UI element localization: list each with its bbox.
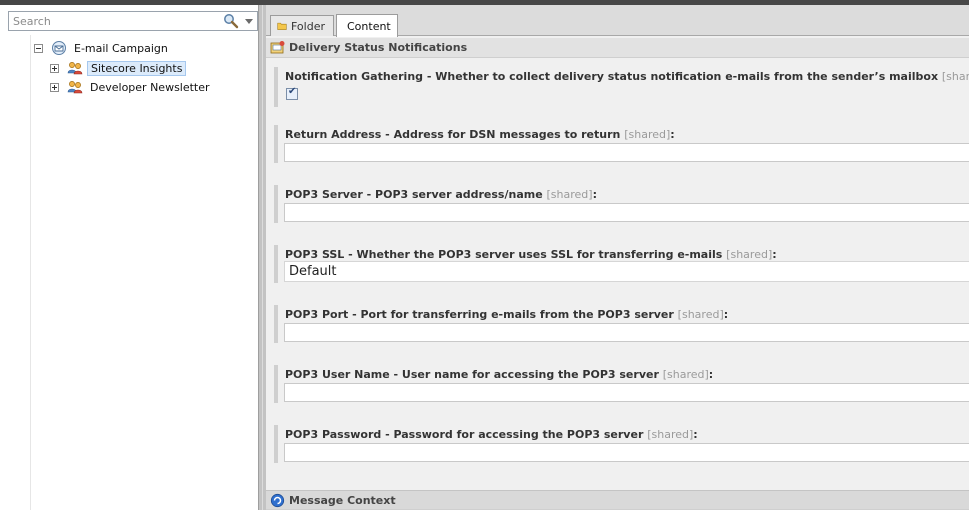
section-header-delivery-status[interactable]: Delivery Status Notifications bbox=[266, 38, 969, 58]
section-title: Delivery Status Notifications bbox=[289, 41, 468, 54]
pop3-ssl-value: Default bbox=[289, 264, 337, 279]
tree-item-label: Sitecore Insights bbox=[87, 60, 187, 76]
field-pop3-ssl: POP3 SSL - Whether the POP3 server uses … bbox=[274, 245, 969, 283]
shared-tag: [shared] bbox=[662, 368, 709, 381]
tree-item-sitecore-insights[interactable]: Sitecore Insights bbox=[50, 59, 187, 77]
chevron-down-icon[interactable] bbox=[243, 14, 255, 28]
field-bar bbox=[274, 305, 278, 343]
tree-guide-line bbox=[30, 35, 31, 510]
field-bar bbox=[274, 125, 278, 163]
search-box bbox=[8, 11, 258, 31]
tree-item-developer-newsletter[interactable]: Developer Newsletter bbox=[50, 78, 213, 96]
users-icon bbox=[67, 62, 83, 75]
collapse-icon[interactable] bbox=[34, 43, 43, 53]
pane-splitter[interactable] bbox=[258, 5, 266, 510]
message-context-icon bbox=[270, 493, 285, 507]
field-label: POP3 User Name - User name for accessing… bbox=[285, 368, 713, 381]
field-label-text: POP3 User Name - User name for accessing… bbox=[285, 368, 659, 381]
field-label: Notification Gathering - Whether to coll… bbox=[285, 70, 969, 83]
expand-icon[interactable] bbox=[50, 63, 59, 73]
section-header-message-context[interactable]: Message Context bbox=[266, 490, 969, 510]
section-icon bbox=[270, 41, 285, 54]
label-colon: : bbox=[670, 128, 675, 141]
field-label: POP3 Password - Password for accessing t… bbox=[285, 428, 698, 441]
field-pop3-server: POP3 Server - POP3 server address/name [… bbox=[274, 185, 969, 223]
field-label: POP3 SSL - Whether the POP3 server uses … bbox=[285, 248, 777, 261]
field-pop3-port: POP3 Port - Port for transferring e-mail… bbox=[274, 305, 969, 343]
shared-tag: [shared] bbox=[647, 428, 694, 441]
pop3-password-input[interactable] bbox=[284, 443, 969, 462]
tab-label: Content bbox=[347, 19, 391, 33]
pop3-port-input[interactable] bbox=[284, 323, 969, 342]
users-icon bbox=[67, 81, 83, 94]
folder-icon bbox=[277, 22, 287, 30]
tree-item-email-campaign[interactable]: E-mail Campaign bbox=[34, 39, 171, 57]
field-label: POP3 Port - Port for transferring e-mail… bbox=[285, 308, 728, 321]
field-label-text: POP3 Port - Port for transferring e-mail… bbox=[285, 308, 674, 321]
pop3-ssl-select[interactable]: Default bbox=[284, 261, 969, 282]
tab-folder[interactable]: Folder bbox=[270, 15, 334, 36]
search-icon[interactable] bbox=[223, 13, 239, 29]
field-label-text: POP3 Password - Password for accessing t… bbox=[285, 428, 644, 441]
expand-icon[interactable] bbox=[50, 82, 59, 92]
field-pop3-password: POP3 Password - Password for accessing t… bbox=[274, 425, 969, 463]
shared-tag: [shared] bbox=[677, 308, 724, 321]
label-colon: : bbox=[708, 368, 714, 381]
shared-tag: [shared] bbox=[726, 248, 773, 261]
search-input[interactable] bbox=[9, 12, 209, 30]
tree-item-label: Developer Newsletter bbox=[90, 80, 210, 94]
shared-tag: [shared] bbox=[624, 128, 671, 141]
label-colon: : bbox=[723, 308, 729, 321]
field-return-address: Return Address - Address for DSN message… bbox=[274, 125, 969, 163]
editor-tabs: Folder Content bbox=[266, 5, 969, 37]
pop3-user-name-input[interactable] bbox=[284, 383, 969, 402]
label-colon: : bbox=[592, 188, 597, 201]
notification-gathering-checkbox[interactable] bbox=[286, 86, 298, 100]
editor-pane: Folder Content Delivery Status Notificat… bbox=[266, 5, 969, 510]
field-bar bbox=[274, 425, 278, 463]
field-pop3-user-name: POP3 User Name - User name for accessing… bbox=[274, 365, 969, 403]
shared-tag: [shared] bbox=[546, 188, 593, 201]
tab-label: Folder bbox=[291, 19, 325, 33]
field-notification-gathering: Notification Gathering - Whether to coll… bbox=[274, 67, 969, 107]
field-label-text: Return Address - Address for DSN message… bbox=[285, 128, 621, 141]
label-colon: : bbox=[772, 248, 777, 261]
tab-content[interactable]: Content bbox=[336, 14, 398, 37]
field-bar bbox=[274, 365, 278, 403]
email-campaign-icon bbox=[52, 41, 66, 55]
content-tree-pane: E-mail Campaign Sitecore Insights Develo… bbox=[0, 5, 258, 510]
field-bar bbox=[274, 185, 278, 223]
pop3-server-input[interactable] bbox=[284, 203, 969, 222]
label-colon: : bbox=[693, 428, 698, 441]
section-title: Message Context bbox=[289, 493, 396, 507]
return-address-input[interactable] bbox=[284, 143, 969, 162]
field-bar bbox=[274, 67, 278, 107]
field-label-text: POP3 SSL - Whether the POP3 server uses … bbox=[285, 248, 723, 261]
field-label: Return Address - Address for DSN message… bbox=[285, 128, 675, 141]
shared-tag: [shared] bbox=[941, 70, 969, 83]
tree-item-label: E-mail Campaign bbox=[74, 41, 168, 55]
field-label: POP3 Server - POP3 server address/name [… bbox=[285, 188, 597, 201]
field-label-text: Notification Gathering - Whether to coll… bbox=[285, 70, 939, 83]
field-bar bbox=[274, 245, 278, 283]
field-label-text: POP3 Server - POP3 server address/name bbox=[285, 188, 543, 201]
